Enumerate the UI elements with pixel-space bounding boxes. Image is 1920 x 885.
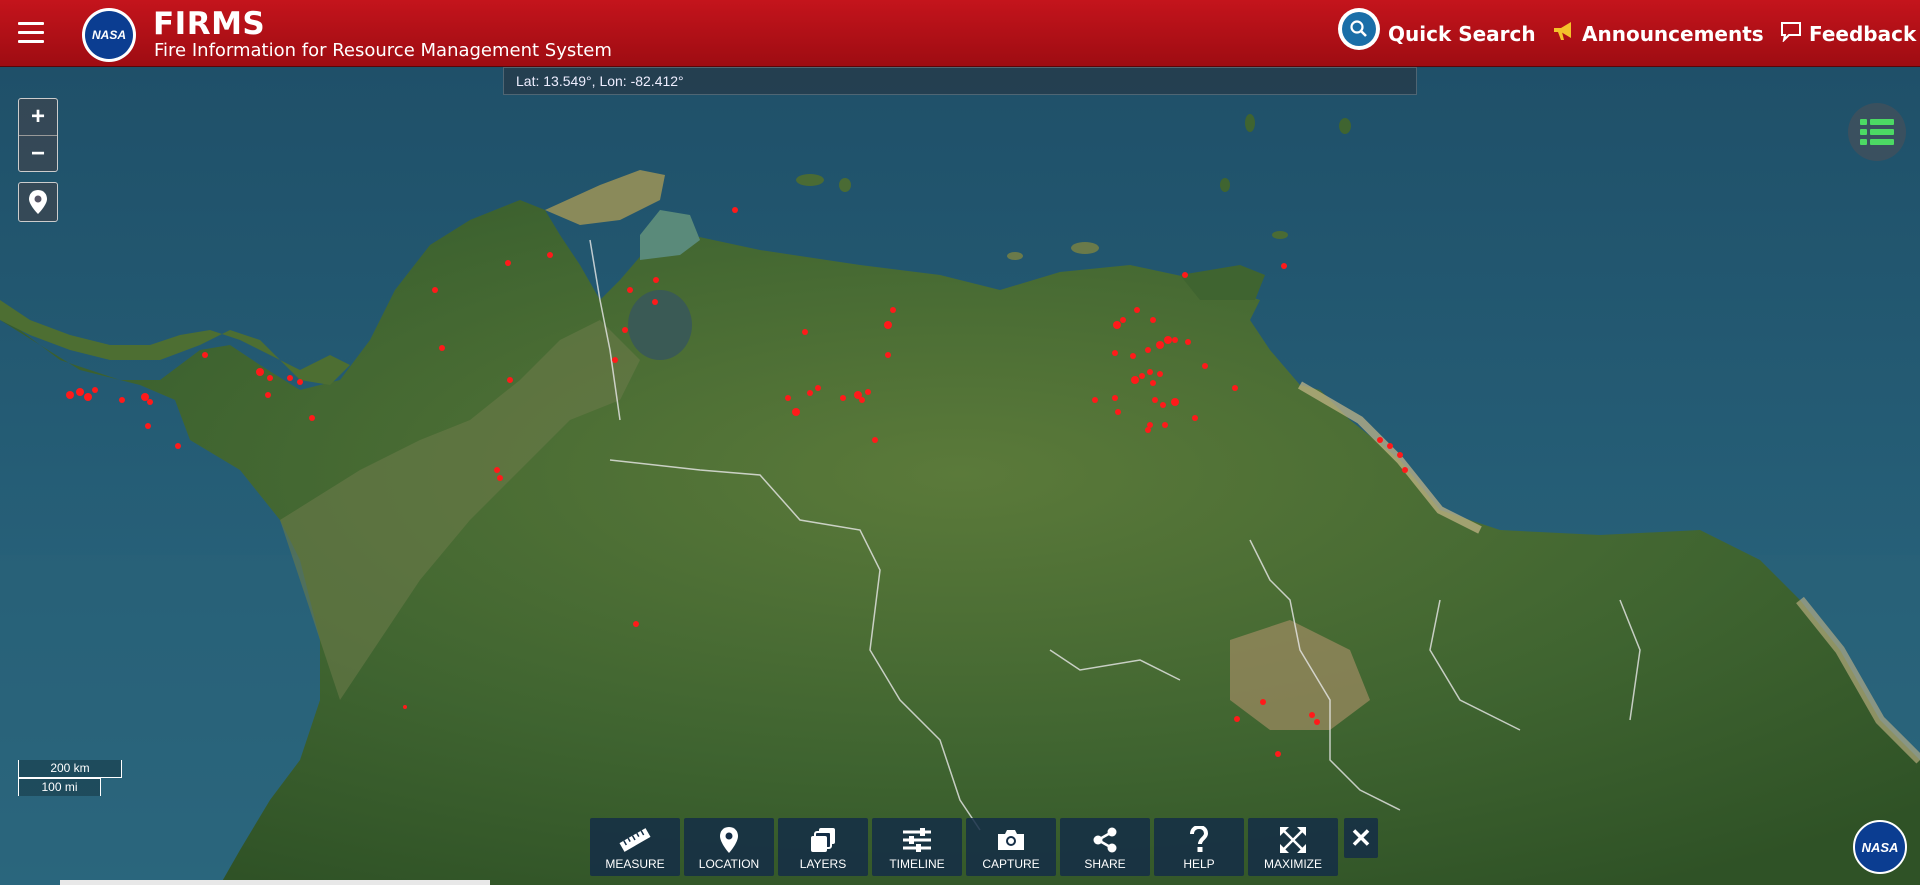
app-header: NASA FIRMS Fire Information for Resource… — [0, 0, 1920, 67]
nasa-corner-logo[interactable]: NASA — [1853, 820, 1907, 874]
app-title: FIRMS — [153, 6, 266, 42]
help-icon — [1189, 825, 1209, 855]
help-label: HELP — [1183, 857, 1215, 871]
megaphone-icon — [1552, 20, 1576, 48]
menu-icon[interactable] — [18, 22, 44, 44]
maximize-label: MAXIMIZE — [1263, 857, 1322, 871]
timeline-button[interactable]: TIMELINE — [872, 818, 962, 876]
layers-button[interactable]: LAYERS — [778, 818, 868, 876]
capture-label: CAPTURE — [982, 857, 1040, 871]
feedback-label: Feedback — [1809, 22, 1917, 46]
nasa-logo[interactable]: NASA — [82, 8, 136, 62]
camera-icon — [996, 825, 1026, 855]
layers-icon — [809, 825, 837, 855]
scale-mi: 100 mi — [18, 778, 101, 796]
coordinate-readout: Lat: 13.549°, Lon: -82.412° — [503, 67, 1417, 95]
zoom-in-button[interactable]: + — [19, 99, 57, 135]
share-button[interactable]: SHARE — [1060, 818, 1150, 876]
quick-search-button[interactable]: Quick Search — [1338, 8, 1536, 50]
satellite-map[interactable] — [0, 67, 1920, 885]
locate-button[interactable] — [18, 182, 58, 222]
measure-label: MEASURE — [605, 857, 665, 871]
scale-km: 200 km — [18, 760, 122, 778]
quick-search-label: Quick Search — [1388, 22, 1536, 46]
zoom-control: + − — [18, 98, 58, 172]
sliders-icon — [902, 825, 932, 855]
chat-icon — [1779, 20, 1803, 48]
announcements-label: Announcements — [1582, 22, 1764, 46]
fire-detections-layer — [66, 207, 1408, 757]
layers-list-button[interactable] — [1848, 103, 1906, 161]
close-toolbar-button[interactable]: ✕ — [1344, 818, 1378, 858]
measure-button[interactable]: MEASURE — [590, 818, 680, 876]
maximize-icon — [1279, 825, 1307, 855]
maximize-button[interactable]: MAXIMIZE — [1248, 818, 1338, 876]
location-label: LOCATION — [698, 857, 760, 871]
announcements-button[interactable]: Announcements — [1552, 20, 1764, 48]
map-scale: 200 km 100 mi — [18, 760, 122, 796]
nasa-logo-text: NASA — [85, 11, 133, 59]
layers-label: LAYERS — [799, 857, 847, 871]
map-pin-icon — [29, 190, 47, 214]
location-button[interactable]: LOCATION — [684, 818, 774, 876]
share-icon — [1091, 825, 1119, 855]
timeline-label: TIMELINE — [889, 857, 945, 871]
help-button[interactable]: HELP — [1154, 818, 1244, 876]
share-label: SHARE — [1084, 857, 1126, 871]
app-subtitle: Fire Information for Resource Management… — [154, 40, 612, 61]
list-icon — [1860, 119, 1894, 145]
zoom-out-button[interactable]: − — [19, 135, 57, 171]
feedback-button[interactable]: Feedback — [1779, 20, 1916, 48]
map-toolbar: MEASURE LOCATION LAYERS TIMELINE CAPTURE… — [590, 818, 1378, 876]
ruler-icon — [618, 825, 652, 855]
capture-button[interactable]: CAPTURE — [966, 818, 1056, 876]
map-pin-icon — [719, 825, 739, 855]
bottom-progress-bar — [60, 880, 490, 885]
search-icon — [1338, 8, 1380, 50]
